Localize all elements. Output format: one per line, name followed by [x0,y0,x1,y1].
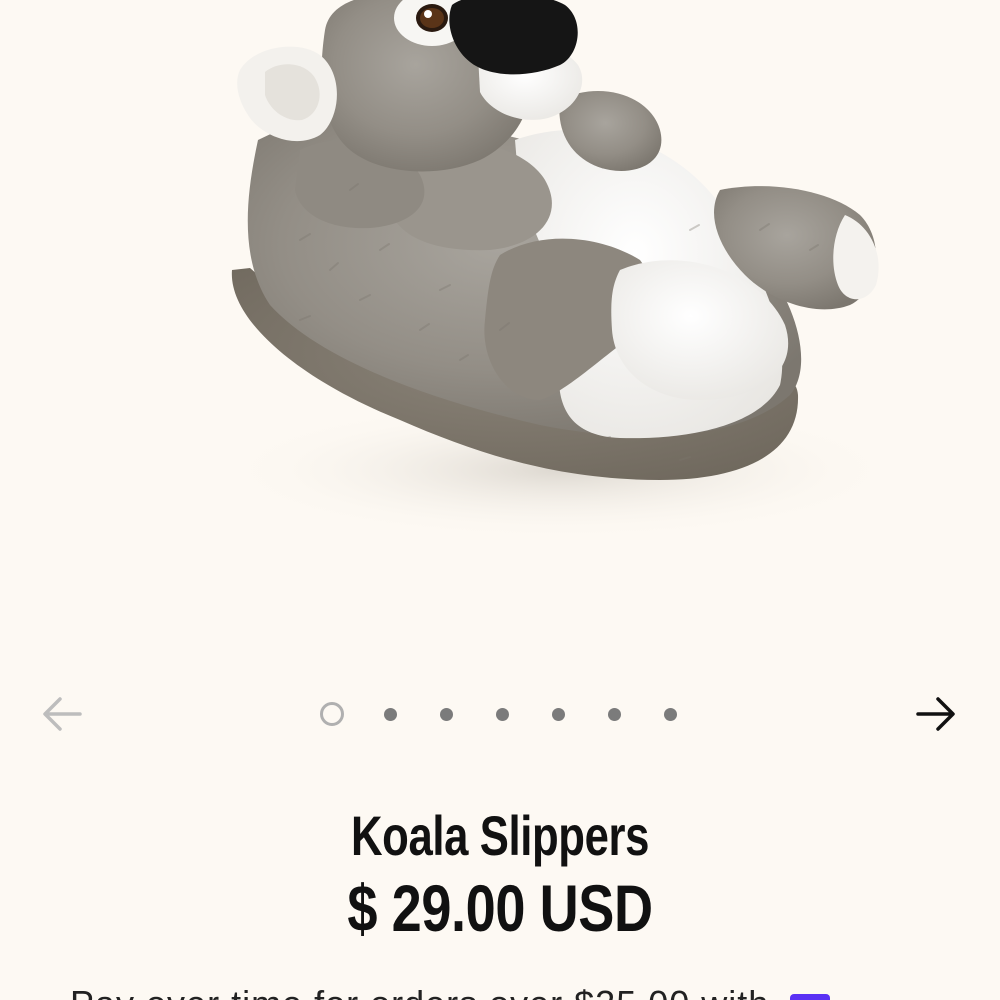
carousel-dot-6[interactable] [608,707,621,721]
product-title: Koala Slippers [351,804,649,867]
carousel-controls [0,682,1000,746]
arrow-right-icon [916,697,955,731]
next-slide-button[interactable] [914,692,958,736]
product-image[interactable] [0,0,1000,660]
payment-provider-logo-icon [790,994,831,1000]
installment-message: Pay over time for orders over $35.00 wit… [70,984,950,1000]
carousel-dot-4[interactable] [496,707,509,721]
carousel-dot-1[interactable] [320,702,344,726]
carousel-dot-3[interactable] [440,707,453,721]
carousel-dot-7[interactable] [664,707,677,721]
carousel-dot-5[interactable] [552,707,565,721]
carousel-dot-2[interactable] [384,707,397,721]
koala-slipper-illustration [220,0,900,540]
product-price: $ 29.00 USD [347,871,653,945]
arrow-left-icon [43,697,82,731]
installment-text: Pay over time for orders over $35.00 wit… [70,983,769,1000]
previous-slide-button[interactable] [40,692,84,736]
product-page: Koala Slippers $ 29.00 USD Pay over time… [0,0,1000,1000]
carousel-pagination [320,702,677,726]
